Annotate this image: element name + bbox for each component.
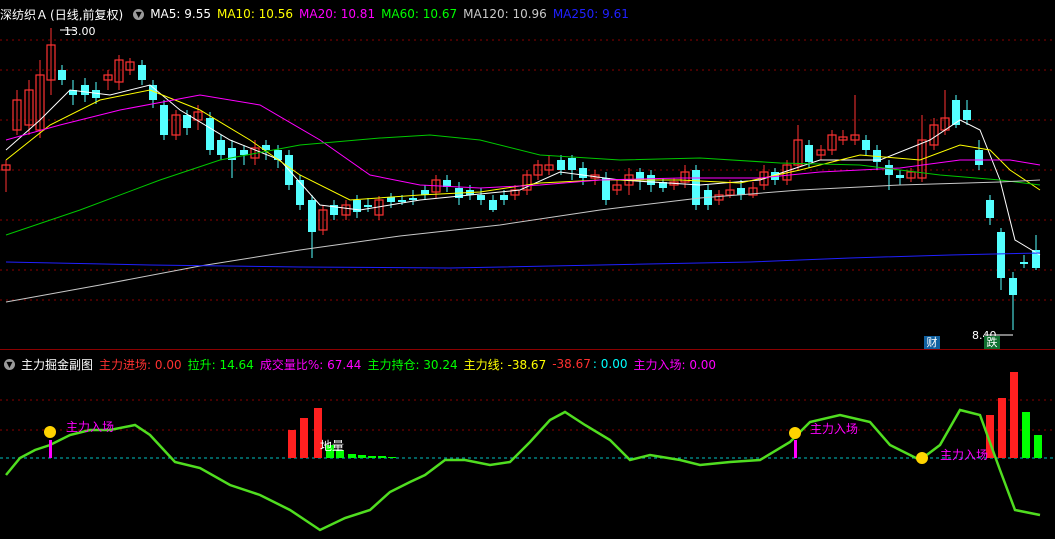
candle-body [138, 65, 146, 80]
candle-body [398, 200, 406, 202]
ma250-line [5, 252, 1041, 269]
volume-bar [348, 454, 356, 458]
entry-marker-label: 主力入场 [940, 448, 989, 462]
indicator-lift: 拉升: 14.64 [187, 357, 254, 372]
indicator-entry: 主力进场: 0.00 [99, 357, 182, 372]
smiley-icon [44, 426, 56, 438]
entry-marker-label: 主力入场 [810, 422, 859, 436]
ma120-line [5, 179, 1041, 303]
ma5-value: MA5: 9.55 [150, 7, 211, 21]
candle-body [296, 180, 304, 205]
indicator-chart[interactable] [0, 350, 1055, 539]
volume-bar [388, 457, 396, 458]
ma10-value: MA10: 10.56 [216, 7, 294, 21]
volume-bar [1010, 372, 1018, 458]
indicator-main-line-red: -38.67 [552, 357, 591, 371]
candle-body [409, 198, 417, 200]
volume-bar [368, 456, 376, 458]
candle-body [183, 115, 191, 128]
candle-body [308, 200, 316, 232]
entry-bar [794, 440, 797, 458]
ma60-value: MA60: 10.67 [381, 7, 458, 21]
indicator-entry-signal: 主力入场: 0.00 [633, 357, 717, 372]
chevron-down-icon[interactable]: ▼ [133, 8, 145, 20]
candle-body [240, 150, 248, 155]
candle-body [1009, 278, 1017, 295]
indicator-main-line: 主力线: -38.67 [463, 357, 547, 372]
candle-body [81, 85, 89, 95]
finance-badge[interactable]: 财 [924, 336, 940, 349]
candle-body [692, 170, 700, 205]
candle-body [557, 160, 565, 170]
smiley-icon [789, 427, 801, 439]
candle-body [489, 200, 497, 210]
candlestick-chart[interactable] [0, 0, 1055, 349]
volume-bar [998, 398, 1006, 458]
smiley-icon [916, 452, 928, 464]
ma20-value: MA20: 10.81 [299, 7, 376, 21]
candle-body [58, 70, 66, 80]
candle-body [997, 232, 1005, 278]
candle-body [160, 105, 168, 135]
candle-body [986, 200, 994, 218]
candle-body [568, 158, 576, 170]
fall-badge[interactable]: 跌 [984, 336, 1000, 349]
indicator-zero: : 0.00 [592, 357, 628, 371]
ma120-value: MA120: 10.96 [463, 7, 547, 21]
high-price-label: 13.00 [64, 25, 96, 38]
sub-chart-panel[interactable] [0, 350, 1055, 539]
low-volume-label: 地量 [320, 439, 345, 453]
volume-bar [358, 455, 366, 458]
candle-body [364, 205, 372, 207]
main-force-line [5, 408, 1041, 532]
chevron-down-icon[interactable]: ▼ [4, 358, 15, 370]
main-chart-panel[interactable]: 深纺织Ａ (日线,前复权) ▼ MA5: 9.55 MA10: 10.56 MA… [0, 0, 1055, 349]
entry-marker-label: 主力入场 [66, 420, 115, 434]
sub-chart-header: ▼ 主力掘金副图 主力进场: 0.00 拉升: 14.64 成交量比%: 67.… [0, 354, 722, 374]
candle-body [737, 188, 745, 195]
candle-body [602, 178, 610, 200]
stock-name[interactable]: 深纺织Ａ [0, 6, 48, 23]
chart-period: (日线,前复权) [50, 7, 124, 22]
candle-body [217, 140, 225, 155]
candle-body [805, 145, 813, 162]
candle-body [885, 165, 893, 175]
volume-bar [288, 430, 296, 458]
entry-bar [49, 440, 52, 458]
volume-bar [1022, 412, 1030, 458]
indicator-holding: 主力持仓: 30.24 [367, 357, 458, 372]
candle-body [862, 140, 870, 150]
main-chart-header: 深纺织Ａ (日线,前复权) ▼ MA5: 9.55 MA10: 10.56 MA… [0, 4, 635, 24]
candle-body [579, 168, 587, 178]
indicator-name[interactable]: 主力掘金副图 [21, 356, 93, 373]
candle-body [500, 195, 508, 200]
candle-body [896, 175, 904, 178]
candle-body [206, 118, 214, 150]
volume-bar [1034, 435, 1042, 458]
candle-body [477, 195, 485, 200]
candle-body [1020, 262, 1028, 264]
volume-bar [378, 456, 386, 458]
candle-body [963, 110, 971, 120]
indicator-volume-ratio: 成交量比%: 67.44 [259, 357, 362, 372]
volume-bar [300, 418, 308, 458]
ma250-value: MA250: 9.61 [552, 7, 629, 21]
candle-body [975, 150, 983, 165]
